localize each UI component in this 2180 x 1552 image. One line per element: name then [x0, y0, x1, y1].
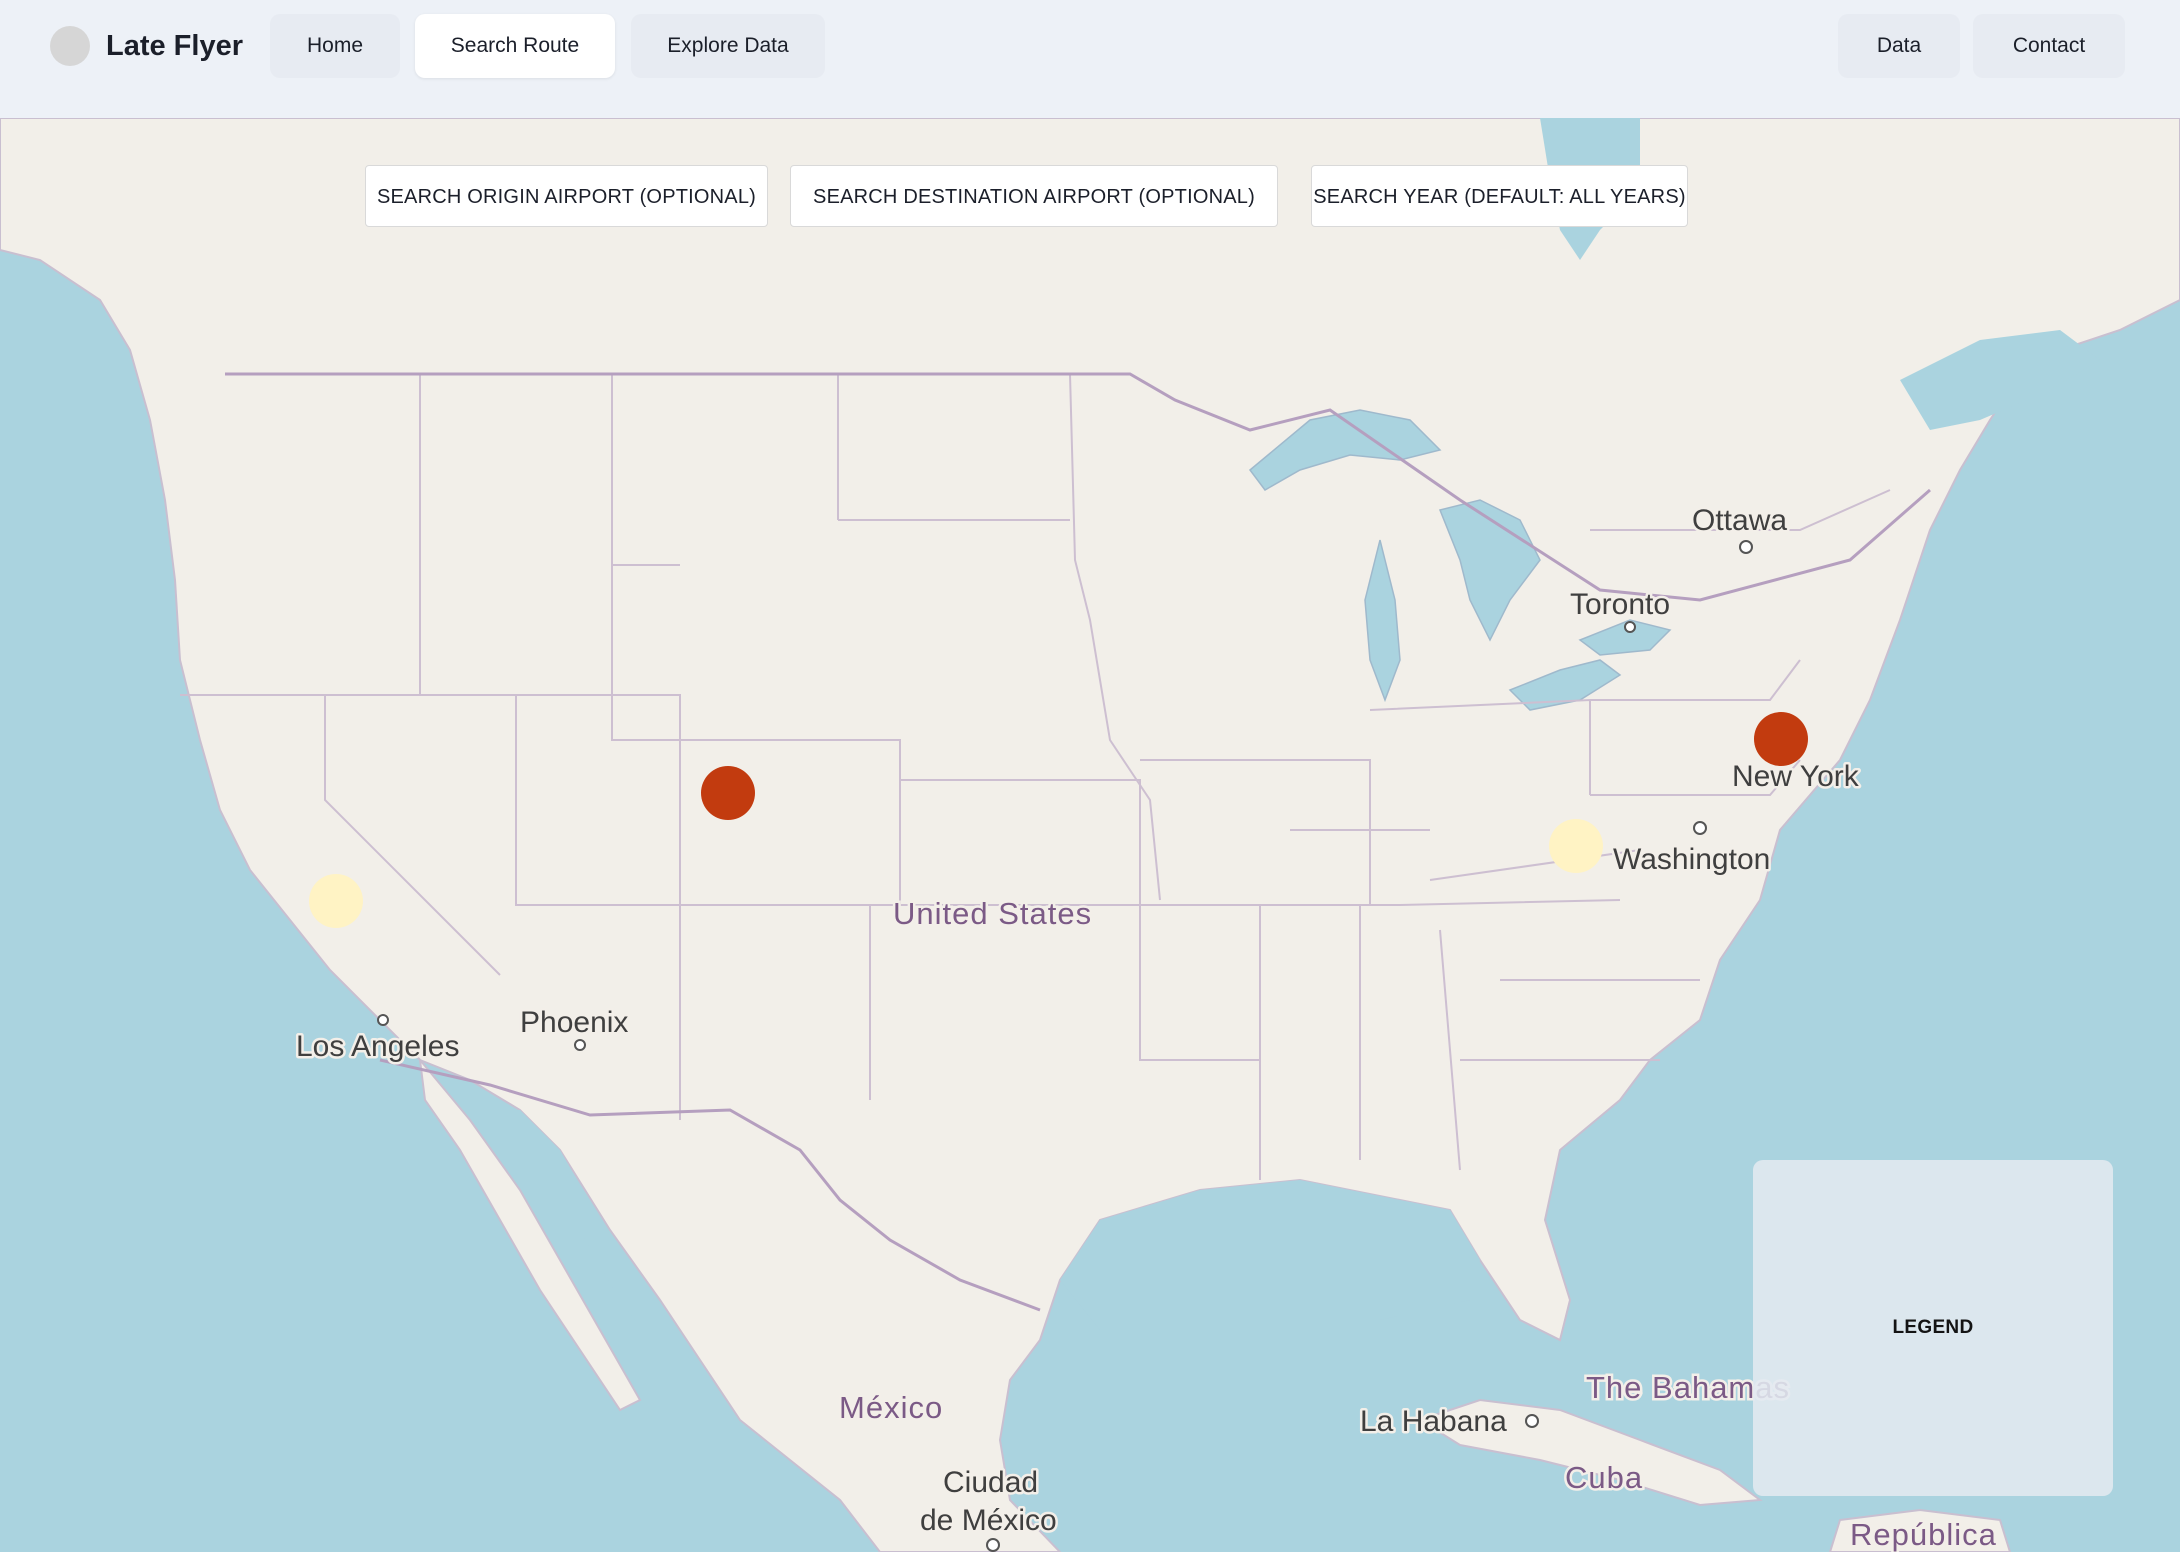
year-search[interactable]: SEARCH YEAR (DEFAULT: ALL YEARS)	[1311, 165, 1688, 227]
label-la-habana: La Habana	[1360, 1405, 1507, 1438]
label-washington: Washington	[1613, 843, 1770, 876]
label-toronto: Toronto	[1570, 588, 1670, 621]
nav-explore-data[interactable]: Explore Data	[631, 14, 825, 78]
airport-marker-new-york[interactable]	[1754, 712, 1808, 766]
label-united-states: United States	[893, 896, 1092, 931]
label-los-angeles: Los Angeles	[296, 1030, 459, 1063]
airport-marker-california[interactable]	[309, 874, 363, 928]
top-nav-bar: Late Flyer Home Search Route Explore Dat…	[0, 0, 2180, 118]
label-cuba: Cuba	[1565, 1460, 1643, 1495]
map-legend: LEGEND	[1753, 1160, 2113, 1496]
nav-search-route[interactable]: Search Route	[415, 14, 615, 78]
brand-name: Late Flyer	[106, 30, 243, 62]
label-ottawa: Ottawa	[1692, 504, 1787, 537]
nav-contact[interactable]: Contact	[1973, 14, 2125, 78]
origin-airport-search[interactable]: SEARCH ORIGIN AIRPORT (OPTIONAL)	[365, 165, 768, 227]
label-ciudad-line2: de México	[920, 1504, 1057, 1537]
nav-data[interactable]: Data	[1838, 14, 1960, 78]
airport-marker-denver[interactable]	[701, 766, 755, 820]
brand-logo-icon	[50, 26, 90, 66]
label-new-york: New York	[1732, 760, 1860, 793]
label-republica: República	[1850, 1517, 1997, 1552]
label-phoenix: Phoenix	[520, 1006, 628, 1039]
airport-marker-ohio-valley[interactable]	[1549, 819, 1603, 873]
legend-title: LEGEND	[1892, 1317, 1974, 1338]
label-ciudad-line1: Ciudad	[943, 1466, 1038, 1499]
nav-home[interactable]: Home	[270, 14, 400, 78]
destination-airport-search[interactable]: SEARCH DESTINATION AIRPORT (OPTIONAL)	[790, 165, 1278, 227]
label-mexico: México	[839, 1390, 943, 1425]
